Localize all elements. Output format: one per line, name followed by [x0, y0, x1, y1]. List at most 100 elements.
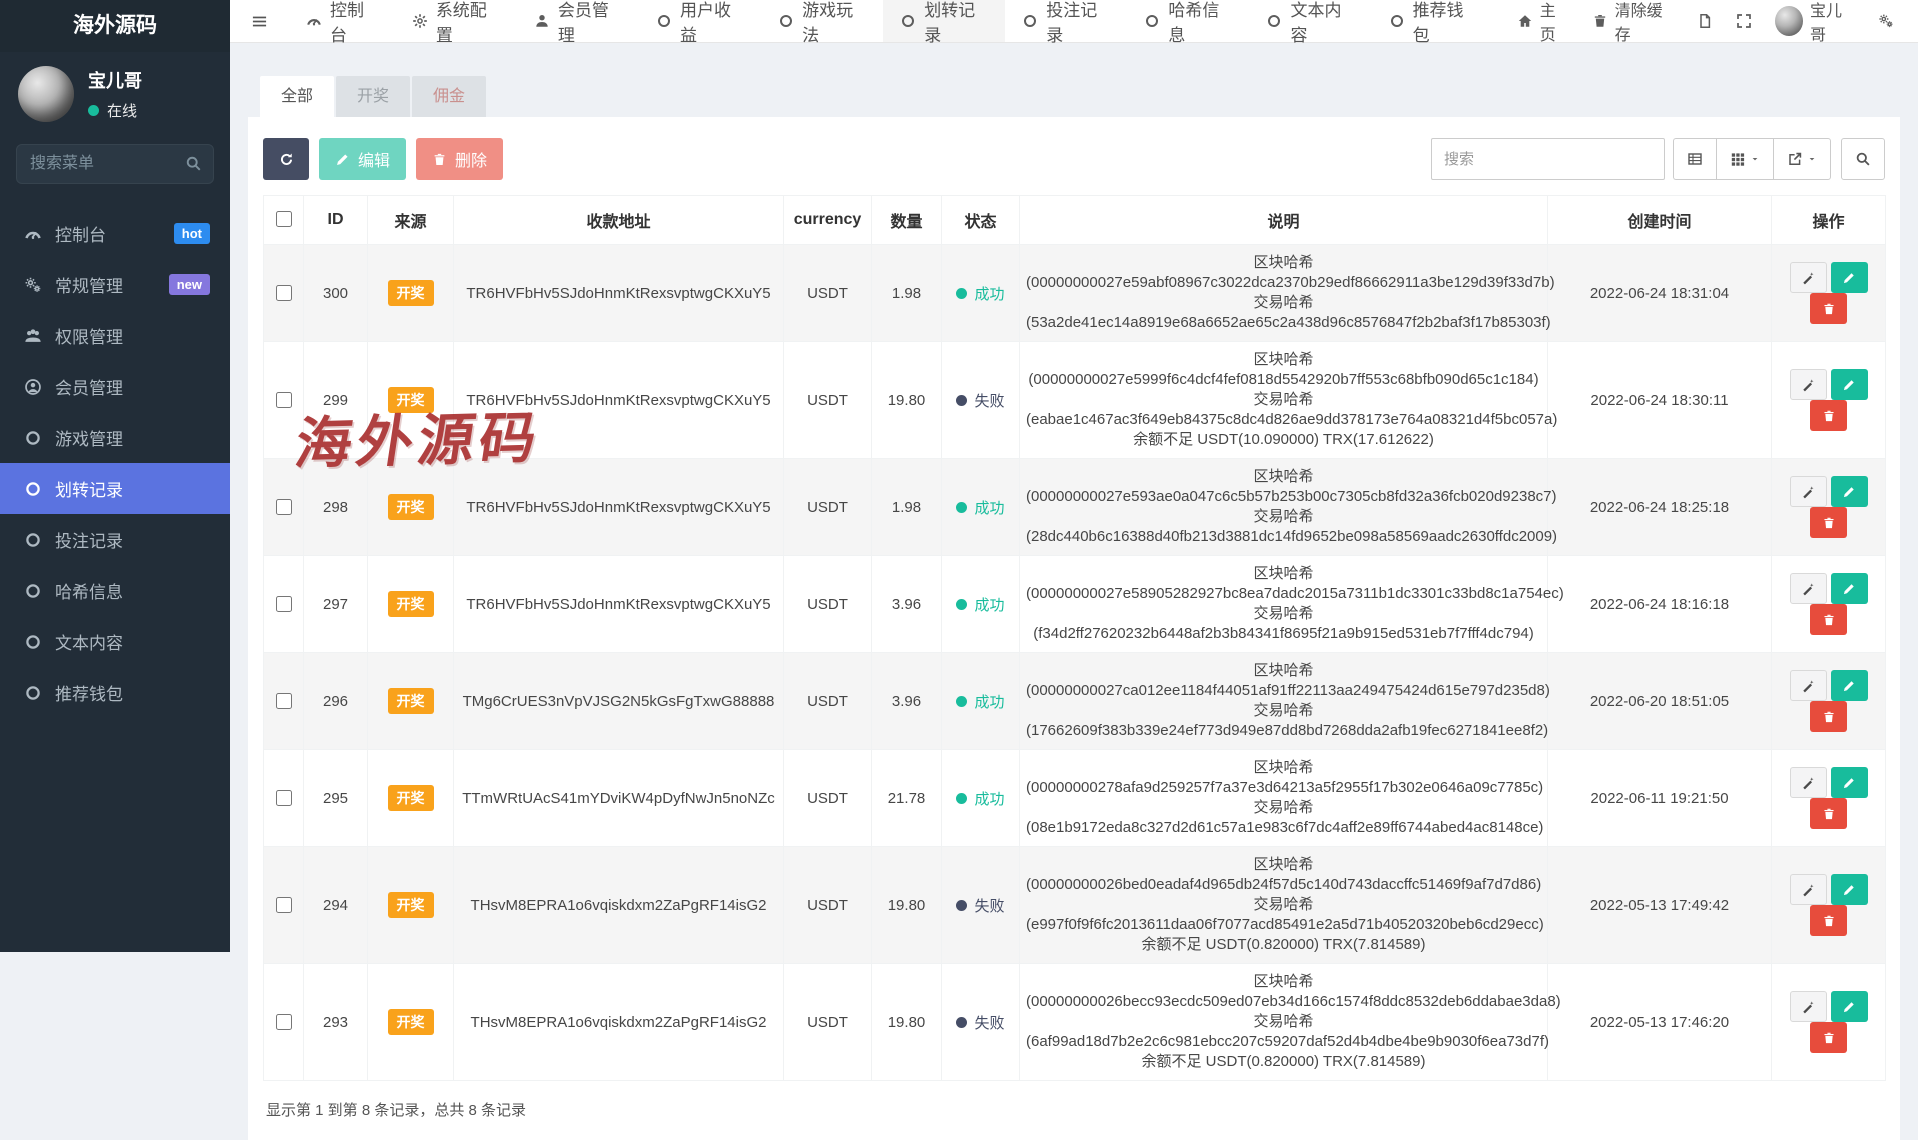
caret-down-icon: [1807, 154, 1817, 164]
log-button[interactable]: [1697, 13, 1713, 29]
description-line: 交易哈希(eabae1c467ac3f649eb84375c8dc4d826ae…: [1026, 390, 1541, 430]
sidebar-item-label: 哈希信息: [55, 578, 123, 603]
row-delete-button[interactable]: [1810, 604, 1847, 635]
column-header[interactable]: ID: [304, 196, 368, 245]
row-edit-button[interactable]: [1831, 262, 1868, 293]
topnav-item-用户收益[interactable]: 用户收益: [639, 0, 761, 42]
topnav-item-游戏玩法[interactable]: 游戏玩法: [761, 0, 883, 42]
row-delete-button[interactable]: [1810, 701, 1847, 732]
sidebar-item-权限管理[interactable]: 权限管理: [0, 310, 230, 361]
row-edit-button[interactable]: [1831, 369, 1868, 400]
row-delete-button[interactable]: [1810, 507, 1847, 538]
row-edit-button[interactable]: [1831, 573, 1868, 604]
column-header[interactable]: 状态: [942, 196, 1020, 245]
select-all-checkbox[interactable]: [276, 211, 292, 227]
sidebar-item-会员管理[interactable]: 会员管理: [0, 361, 230, 412]
row-delete-button[interactable]: [1810, 293, 1847, 324]
topbar-user-menu[interactable]: 宝儿哥: [1775, 0, 1855, 45]
row-checkbox[interactable]: [276, 392, 292, 408]
row-detail-button[interactable]: [1790, 991, 1827, 1022]
topnav-item-系统配置[interactable]: 系统配置: [395, 0, 517, 42]
description-line: 交易哈希(28dc440b6c16388d40fb213d3881dc14fd9…: [1026, 507, 1541, 547]
row-delete-button[interactable]: [1810, 798, 1847, 829]
row-checkbox[interactable]: [276, 596, 292, 612]
row-detail-button[interactable]: [1790, 369, 1827, 400]
columns-button[interactable]: [1716, 138, 1773, 180]
sidebar-item-label: 权限管理: [55, 323, 123, 348]
row-detail-button[interactable]: [1790, 670, 1827, 701]
row-edit-button[interactable]: [1831, 767, 1868, 798]
row-delete-button[interactable]: [1810, 905, 1847, 936]
trash-icon: [432, 152, 447, 167]
tab-全部[interactable]: 全部: [260, 76, 334, 117]
home-link[interactable]: 主页: [1517, 0, 1569, 45]
row-checkbox[interactable]: [276, 897, 292, 913]
ring-icon: [900, 13, 916, 29]
refresh-button[interactable]: [263, 138, 309, 180]
row-checkbox[interactable]: [276, 499, 292, 515]
row-checkbox[interactable]: [276, 693, 292, 709]
row-id: 297: [304, 556, 368, 653]
row-checkbox[interactable]: [276, 1014, 292, 1030]
row-detail-button[interactable]: [1790, 476, 1827, 507]
row-checkbox[interactable]: [276, 285, 292, 301]
topnav-item-会员管理[interactable]: 会员管理: [517, 0, 639, 42]
row-detail-button[interactable]: [1790, 573, 1827, 604]
topnav-item-推荐钱包[interactable]: 推荐钱包: [1372, 0, 1494, 42]
table-search-input[interactable]: [1431, 138, 1665, 180]
row-detail-button[interactable]: [1790, 262, 1827, 293]
user-avatar[interactable]: [18, 66, 74, 122]
row-amount: 1.98: [872, 245, 942, 342]
export-button[interactable]: [1773, 138, 1831, 180]
status-dot: [956, 395, 967, 406]
row-edit-button[interactable]: [1831, 476, 1868, 507]
ring-icon: [24, 480, 42, 498]
column-header[interactable]: 来源: [368, 196, 454, 245]
row-delete-button[interactable]: [1810, 400, 1847, 431]
row-currency: USDT: [784, 750, 872, 847]
sidebar-item-推荐钱包[interactable]: 推荐钱包: [0, 667, 230, 718]
menu-badge: new: [169, 274, 210, 295]
column-header[interactable]: 收款地址: [454, 196, 784, 245]
sidebar-item-常规管理[interactable]: 常规管理 new: [0, 259, 230, 310]
column-header[interactable]: currency: [784, 196, 872, 245]
clear-cache-button[interactable]: 清除缓存: [1592, 0, 1674, 45]
sidebar-item-游戏管理[interactable]: 游戏管理: [0, 412, 230, 463]
topnav-item-文本内容[interactable]: 文本内容: [1249, 0, 1371, 42]
toggle-view-button[interactable]: [1673, 138, 1716, 180]
topnav-item-哈希信息[interactable]: 哈希信息: [1127, 0, 1249, 42]
sidebar-item-投注记录[interactable]: 投注记录: [0, 514, 230, 565]
row-checkbox[interactable]: [276, 790, 292, 806]
wand-icon: [1801, 679, 1815, 693]
sidebar-item-划转记录[interactable]: 划转记录: [0, 463, 230, 514]
tab-开奖[interactable]: 开奖: [336, 76, 410, 117]
row-delete-button[interactable]: [1810, 1022, 1847, 1053]
row-id: 296: [304, 653, 368, 750]
topnav-item-划转记录[interactable]: 划转记录: [883, 0, 1005, 42]
wand-icon: [1801, 776, 1815, 790]
row-detail-button[interactable]: [1790, 767, 1827, 798]
topnav-item-控制台[interactable]: 控制台: [289, 0, 395, 42]
sidebar-item-控制台[interactable]: 控制台hot: [0, 208, 230, 259]
column-header[interactable]: 创建时间: [1548, 196, 1772, 245]
sidebar-item-哈希信息[interactable]: 哈希信息: [0, 565, 230, 616]
row-edit-button[interactable]: [1831, 874, 1868, 905]
row-edit-button[interactable]: [1831, 991, 1868, 1022]
status-label: 成功: [974, 691, 1004, 712]
pencil-icon: [1842, 679, 1856, 693]
sidebar-toggle-button[interactable]: [230, 0, 289, 42]
search-button[interactable]: [1841, 138, 1885, 180]
fullscreen-button[interactable]: [1736, 13, 1752, 29]
row-detail-button[interactable]: [1790, 874, 1827, 905]
column-header[interactable]: 数量: [872, 196, 942, 245]
column-header[interactable]: 说明: [1020, 196, 1548, 245]
edit-button[interactable]: 编辑: [319, 138, 406, 180]
topnav-item-投注记录[interactable]: 投注记录: [1005, 0, 1127, 42]
delete-button[interactable]: 删除: [416, 138, 503, 180]
row-edit-button[interactable]: [1831, 670, 1868, 701]
settings-button[interactable]: [1878, 13, 1894, 29]
sidebar-item-label: 常规管理: [55, 272, 123, 297]
column-header[interactable]: 操作: [1772, 196, 1886, 245]
tab-佣金[interactable]: 佣金: [412, 76, 486, 117]
sidebar-item-文本内容[interactable]: 文本内容: [0, 616, 230, 667]
